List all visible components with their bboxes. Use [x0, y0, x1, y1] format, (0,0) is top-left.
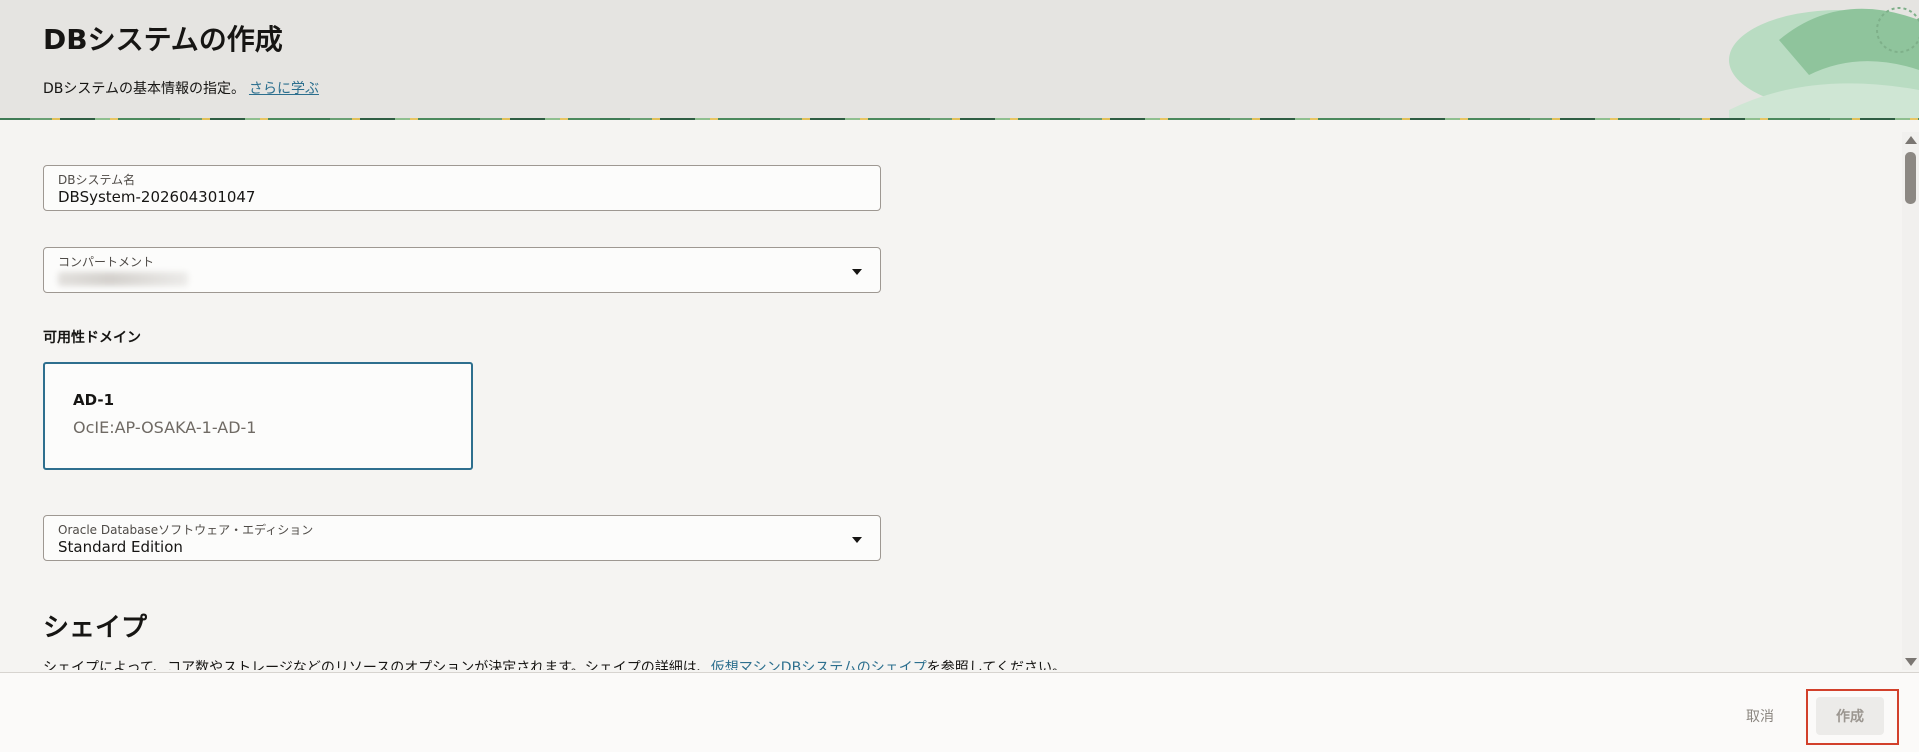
page-header: DBシステムの作成 DBシステムの基本情報の指定。 さらに学ぶ	[0, 0, 1919, 120]
availability-domain-heading: 可用性ドメイン	[43, 330, 141, 346]
ad-name: AD-1	[73, 391, 115, 409]
shape-desc-suffix: を参照してください。	[926, 660, 1066, 670]
compartment-value-redacted	[58, 272, 188, 286]
page-description: DBシステムの基本情報の指定。 さらに学ぶ	[43, 78, 319, 98]
vertical-scrollbar[interactable]	[1902, 132, 1919, 670]
page-title: DBシステムの作成	[43, 23, 283, 56]
ad-identifier: OcIE:AP-OSAKA-1-AD-1	[73, 418, 257, 437]
decorative-leaf-graphic	[1729, 7, 1919, 120]
db-system-name-label: DBシステム名	[58, 173, 136, 187]
vm-shape-link[interactable]: 仮想マシンDBシステムのシェイプ	[711, 660, 927, 670]
db-system-name-input[interactable]: DBSystem-202604301047	[58, 188, 255, 206]
software-edition-value: Standard Edition	[58, 538, 183, 556]
software-edition-label: Oracle Databaseソフトウェア・エディション	[58, 523, 314, 537]
scroll-up-arrow-icon[interactable]	[1905, 136, 1917, 144]
create-button-highlight: 作成	[1806, 689, 1899, 745]
chevron-down-icon	[852, 269, 862, 275]
compartment-label: コンパートメント	[58, 255, 155, 269]
shape-section-title: シェイプ	[43, 613, 148, 643]
software-edition-select[interactable]: Oracle Databaseソフトウェア・エディション Standard Ed…	[43, 515, 881, 561]
chevron-down-icon	[852, 537, 862, 543]
learn-more-link[interactable]: さらに学ぶ	[249, 81, 319, 97]
form-content: DBシステム名 DBSystem-202604301047 コンパートメント 可…	[0, 127, 1902, 670]
shape-section-description: シェイプによって、コア数やストレージなどのリソースのオプションが決定されます。シ…	[43, 657, 1066, 670]
db-system-name-field[interactable]: DBシステム名 DBSystem-202604301047	[43, 165, 881, 211]
description-text: DBシステムの基本情報の指定。	[43, 81, 245, 97]
action-footer: 取消 作成	[0, 672, 1919, 752]
compartment-select[interactable]: コンパートメント	[43, 247, 881, 293]
availability-domain-card-ad-1[interactable]: AD-1 OcIE:AP-OSAKA-1-AD-1	[43, 362, 473, 470]
scroll-down-arrow-icon[interactable]	[1905, 658, 1917, 666]
decorative-banner	[0, 118, 1919, 120]
cancel-button[interactable]: 取消	[1740, 705, 1780, 727]
create-button[interactable]: 作成	[1816, 697, 1884, 735]
shape-desc-prefix: シェイプによって、コア数やストレージなどのリソースのオプションが決定されます。シ…	[43, 660, 711, 670]
scroll-thumb[interactable]	[1905, 152, 1916, 204]
